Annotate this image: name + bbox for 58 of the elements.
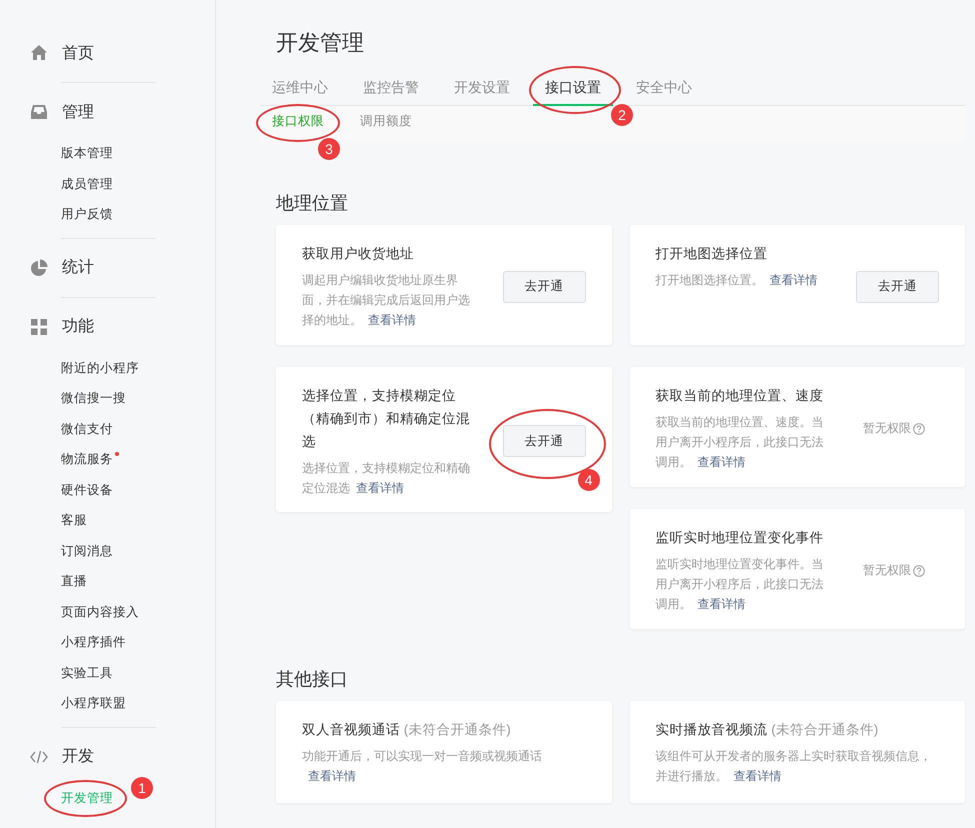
- details-link[interactable]: 查看详情: [698, 597, 746, 611]
- details-link[interactable]: 查看详情: [308, 769, 356, 783]
- sidebar-item[interactable]: 版本管理: [61, 138, 113, 168]
- sidebar-group-title[interactable]: 首页: [62, 42, 94, 64]
- no-permission-label: 暂无权限: [863, 420, 911, 437]
- sidebar-item[interactable]: 实验工具: [61, 658, 113, 688]
- sidebar-group-title[interactable]: 功能: [62, 316, 94, 337]
- sidebar-item[interactable]: 页面内容接入: [61, 596, 139, 627]
- sidebar-group-title[interactable]: 统计: [62, 257, 94, 278]
- sidebar-item[interactable]: 订阅消息: [61, 536, 113, 566]
- help-icon[interactable]: [913, 564, 925, 576]
- sidebar-item[interactable]: 成员管理: [61, 168, 113, 199]
- sidebar-item[interactable]: 附近的小程序: [61, 352, 139, 383]
- details-link[interactable]: 查看详情: [698, 455, 746, 469]
- api-title: 监听实时地理位置变化事件: [656, 529, 824, 547]
- page-title: 开发管理: [276, 29, 365, 57]
- sidebar-item[interactable]: 硬件设备: [61, 474, 113, 505]
- grid-icon: [30, 318, 48, 336]
- sidebar-item[interactable]: 小程序联盟: [61, 688, 126, 718]
- help-icon[interactable]: [913, 422, 925, 434]
- api-title: 获取用户收货地址: [302, 245, 415, 263]
- enable-button[interactable]: 去开通: [856, 270, 939, 302]
- sidebar-item[interactable]: 用户反馈: [61, 199, 113, 230]
- enable-button[interactable]: 去开通: [502, 270, 586, 302]
- details-link[interactable]: 查看详情: [770, 273, 818, 287]
- sidebar-item[interactable]: 微信支付: [61, 414, 113, 444]
- details-link[interactable]: 查看详情: [356, 481, 404, 495]
- api-description: 该组件可从开发者的服务器上实时获取音视频信息，并进行播放。 查看详情: [656, 748, 932, 785]
- api-description: 调起用户编辑收货地址原生界面，并在编辑完成后返回用户选择的地址。 查看详情: [302, 272, 471, 329]
- sidebar-item[interactable]: 小程序插件: [61, 627, 126, 658]
- details-link[interactable]: 查看详情: [734, 769, 782, 783]
- api-description: 功能开通后，可以实现一对一音频或视频通话 查看详情: [302, 748, 543, 785]
- sidebar-item[interactable]: 直播: [61, 566, 87, 596]
- section-title: 地理位置: [276, 192, 349, 215]
- api-title: 获取当前的地理位置、速度: [656, 387, 824, 405]
- sidebar-item[interactable]: 客服: [61, 505, 87, 536]
- pie-chart-icon: [30, 258, 48, 276]
- section-title: 其他接口: [276, 668, 349, 691]
- annotation-badge: 1: [131, 776, 153, 798]
- sidebar-group-title[interactable]: 开发: [62, 746, 94, 767]
- api-description: 打开地图选择位置。 查看详情: [656, 272, 818, 289]
- home-icon: [30, 44, 48, 62]
- api-description: 监听实时地理位置变化事件。当用户离开小程序后，此接口无法调用。 查看详情: [656, 556, 824, 613]
- sidebar-item[interactable]: 微信搜一搜: [61, 383, 126, 414]
- api-description: 选择位置，支持模糊定位和精确定位混选 查看详情: [302, 460, 471, 497]
- enable-button[interactable]: 去开通: [502, 425, 586, 457]
- sidebar-item[interactable]: 物流服务: [61, 444, 113, 474]
- api-title: 双人音视频通话 (未符合开通条件): [302, 721, 512, 739]
- details-link[interactable]: 查看详情: [368, 313, 416, 327]
- annotation-badge: 3: [318, 138, 340, 160]
- api-title: 打开地图选择位置: [656, 245, 768, 263]
- api-title: 实时播放音视频流 (未符合开通条件): [656, 721, 880, 739]
- inbox-icon: [30, 103, 48, 121]
- no-permission-label: 暂无权限: [863, 562, 911, 579]
- annotation-badge: 4: [578, 469, 600, 491]
- api-title: 选择位置，支持模糊定位（精确到市）和精确定位混选: [302, 387, 471, 451]
- sidebar-group-title[interactable]: 管理: [62, 102, 94, 122]
- api-description: 获取当前的地理位置、速度。当用户离开小程序后，此接口无法调用。 查看详情: [656, 414, 824, 471]
